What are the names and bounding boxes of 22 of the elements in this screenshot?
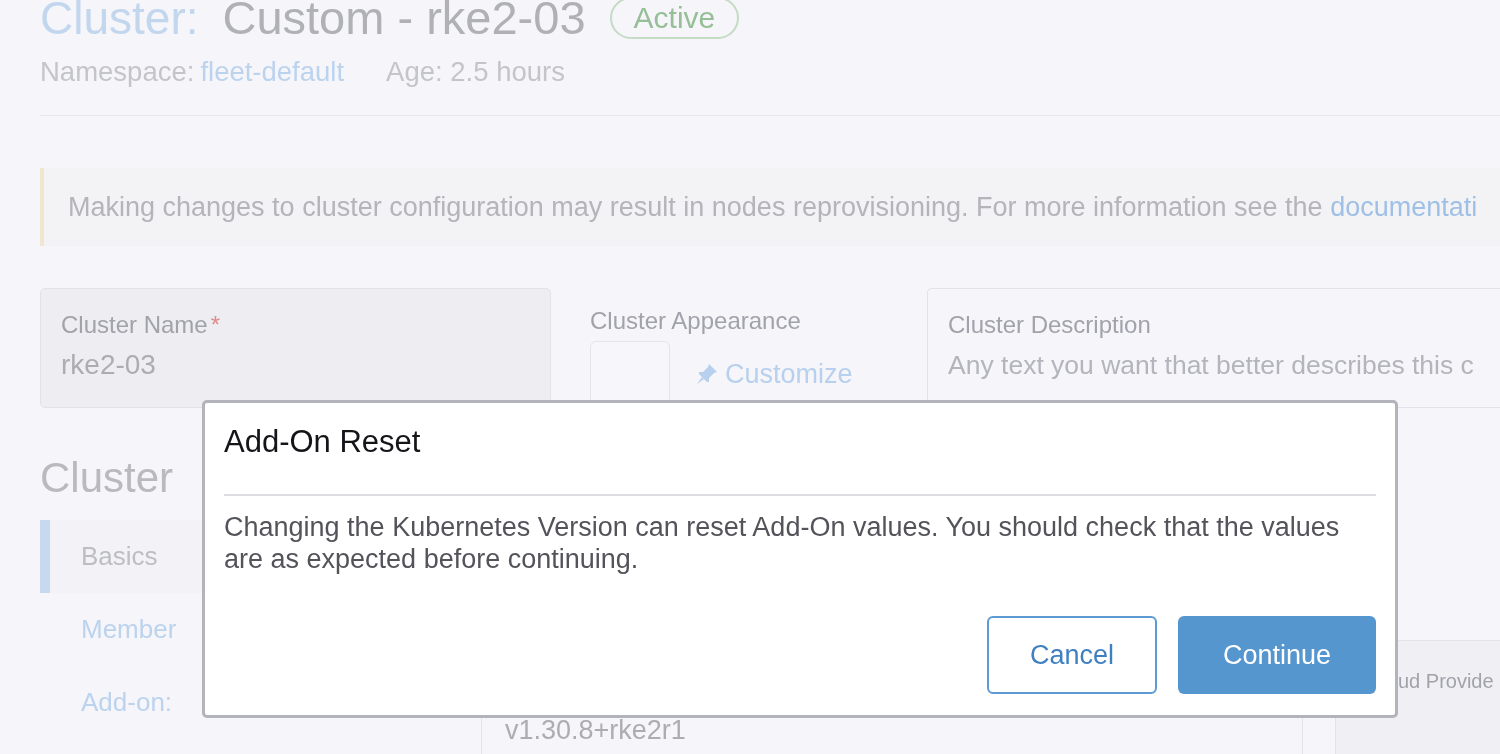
- section-heading: Cluster: [40, 454, 174, 502]
- appearance-label: Cluster Appearance: [590, 307, 802, 335]
- status-badge: Active: [609, 0, 740, 39]
- field-label: Cluster Name*: [61, 311, 222, 339]
- page-title: Custom - rke2-03: [222, 0, 586, 40]
- customize-link[interactable]: Customize: [696, 359, 853, 389]
- outline-button[interactable]: Cancel: [987, 616, 1157, 694]
- primary-button[interactable]: Continue: [1178, 616, 1376, 694]
- field-label: Cluster Description: [948, 311, 1152, 339]
- sidebar-tab[interactable]: Add-on:: [40, 666, 202, 739]
- banner-message: Making changes to cluster configuration may result in nodes reprovisioning. For more information see the documentati: [68, 191, 1478, 223]
- pin-icon: [696, 363, 718, 385]
- namespace-link[interactable]: fleet-default: [200, 56, 345, 88]
- documentation-link[interactable]: documentati: [1330, 192, 1478, 222]
- dialog-message: Changing the Kubernetes Version can reset Add-On values. You should check that the values are as expected before continuing.: [224, 511, 1341, 575]
- dialog-title: Add-On Reset: [224, 424, 422, 460]
- text-input[interactable]: rke2-03: [61, 350, 530, 380]
- text-input[interactable]: Any text you want that better describes this c: [948, 350, 1480, 380]
- cluster-name-field[interactable]: Cluster Name* rke2-03: [40, 288, 551, 408]
- field-label: ud Provide: [1398, 669, 1495, 693]
- description-field[interactable]: Cluster Description Any text you want that better describes this c: [927, 288, 1500, 408]
- sidebar-tab[interactable]: Member: [40, 593, 202, 666]
